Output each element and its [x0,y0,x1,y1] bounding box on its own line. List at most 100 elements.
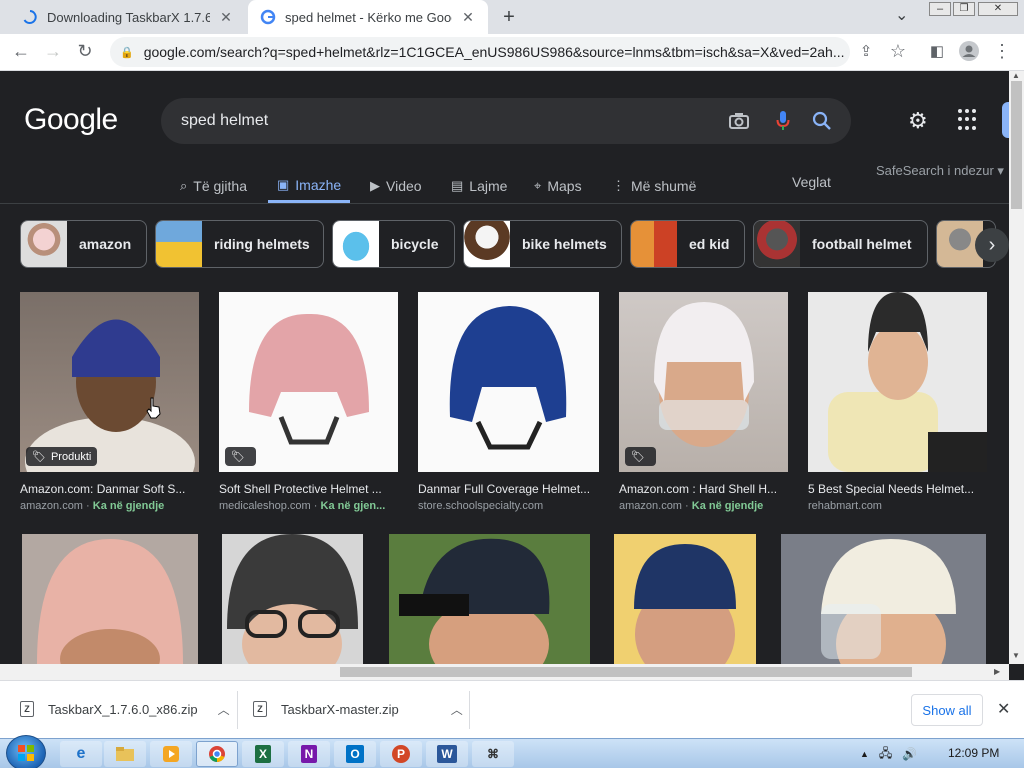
profile-avatar-icon[interactable] [954,36,984,66]
chrome-menu-icon[interactable]: ⋮ [987,36,1017,66]
scroll-down-icon[interactable]: ▼ [1012,651,1020,660]
result-image[interactable]: 🏷 Produkti [20,292,199,472]
tab-downloading-taskbarx[interactable]: Downloading TaskbarX 1.7.6.0 fro ✕ [10,0,246,34]
vertical-scrollbar[interactable]: ▲ ▼ [1009,71,1024,664]
search-icon[interactable] [810,109,834,133]
tab-search-button[interactable]: ⌄ [895,5,908,25]
bookmark-star-icon[interactable]: ☆ [883,36,913,66]
separator: · [681,500,692,512]
safesearch-toggle[interactable]: SafeSearch i ndezur ▾ [876,163,1004,179]
side-panel-icon[interactable]: ◧ [922,36,952,66]
maximize-button[interactable]: ❐ [953,2,975,16]
result-image[interactable]: 🏷 [619,292,788,472]
result-title[interactable]: Soft Shell Protective Helmet ... [219,482,398,496]
forward-icon[interactable]: → [38,36,68,66]
result-card[interactable]: 🏷 Produkti Amazon.com: Danmar Soft S... a… [20,292,199,512]
chip-bicycle[interactable]: bicycle [332,220,455,268]
vertical-scroll-thumb[interactable] [1011,81,1022,209]
camera-search-icon[interactable] [727,109,751,133]
tab-maps[interactable]: ⌖ Maps [534,169,582,203]
chrome-icon[interactable] [196,741,238,767]
address-bar[interactable]: 🔒 google.com/search?q=sped+helmet&rlz=1C… [110,37,850,67]
chip-amazon[interactable]: amazon [20,220,147,268]
chip-riding-helmets[interactable]: riding helmets [155,220,324,268]
media-player-icon[interactable] [150,741,192,767]
minimize-button[interactable]: – [929,2,951,16]
tab-images[interactable]: ▣ Imazhe [268,169,351,203]
result-source: store.schoolspecialty.com [418,500,599,512]
result-source: medicaleshop.com · Ka në gjen... [219,500,398,512]
result-title[interactable]: Amazon.com: Danmar Soft S... [20,482,199,496]
share-icon[interactable]: ⇪ [851,36,881,66]
result-card[interactable]: 🏷 Soft Shell Protective Helmet ... medic… [219,292,398,512]
tab-all[interactable]: ⌕ Të gjitha [180,169,247,203]
scroll-right-icon[interactable]: ▶ [994,667,1000,676]
result-card[interactable]: 5 Best Special Needs Helmet... rehabmart… [808,292,987,512]
horizontal-scroll-thumb[interactable] [340,667,912,677]
tray-expand-icon[interactable]: ▲ [860,749,869,759]
source-domain: store.schoolspecialty.com [418,500,544,512]
reload-icon[interactable]: ↻ [70,36,100,66]
close-shelf-icon[interactable]: ✕ [997,699,1010,719]
result-title[interactable]: 5 Best Special Needs Helmet... [808,482,987,496]
result-image[interactable] [22,534,198,664]
result-title[interactable]: Danmar Full Coverage Helmet... [418,482,599,496]
result-image[interactable] [614,534,756,664]
tools-button[interactable]: Veglat [792,174,831,190]
tab-news[interactable]: ▤ Lajme [451,169,507,203]
chevron-up-icon[interactable]: ︿ [218,701,230,718]
chip-bike-helmets[interactable]: bike helmets [463,220,622,268]
search-query: sped helmet [181,112,269,129]
file-explorer-icon[interactable] [104,741,146,767]
outlook-icon[interactable]: O [334,741,376,767]
stock-status: Ka në gjen... [320,500,386,512]
play-icon: ▶ [370,178,380,193]
chevron-up-icon[interactable]: ︿ [451,701,463,718]
clock[interactable]: 12:09 PM [948,746,999,760]
google-apps-icon[interactable] [958,109,980,131]
sign-in-button[interactable] [1002,102,1009,138]
tab-close-icon[interactable]: ✕ [460,9,476,26]
result-image[interactable] [418,292,599,472]
chevron-right-icon[interactable]: › [975,228,1009,262]
result-image[interactable] [222,534,363,664]
tab-close-icon[interactable]: ✕ [218,9,234,26]
result-image[interactable] [389,534,590,664]
horizontal-scrollbar[interactable]: ▶ [0,664,1009,680]
tag-icon: 🏷 [631,451,645,463]
volume-icon[interactable]: 🔊 [902,747,917,761]
download-item[interactable]: Z TaskbarX_1.7.6.0_x86.zip ︿ [20,689,230,729]
tab-video[interactable]: ▶ Video [370,169,422,203]
hand-cursor-icon [146,397,161,419]
powerpoint-icon[interactable]: P [380,741,422,767]
new-tab-button[interactable]: + [498,6,520,28]
result-image[interactable]: 🏷 [219,292,398,472]
result-card[interactable]: Danmar Full Coverage Helmet... store.sch… [418,292,599,512]
result-image[interactable] [781,534,986,664]
scroll-up-icon[interactable]: ▲ [1012,71,1020,80]
chip-football-helmet[interactable]: football helmet [753,220,928,268]
image-icon: ▣ [277,176,290,192]
internet-explorer-icon[interactable]: e [60,741,102,767]
microphone-icon[interactable] [771,109,795,133]
window-close-button[interactable]: ✕ [978,2,1018,16]
chip-thumbnail [333,221,379,267]
download-item[interactable]: Z TaskbarX-master.zip ︿ [253,689,463,729]
onenote-icon[interactable]: N [288,741,330,767]
result-card[interactable]: 🏷 Amazon.com : Hard Shell H... amazon.co… [619,292,788,512]
back-icon[interactable]: ← [6,36,36,66]
word-icon[interactable]: W [426,741,468,767]
taskbarx-icon[interactable]: ⌘ [472,741,514,767]
tab-more[interactable]: ⋮ Më shumë [612,169,696,203]
tab-google-search[interactable]: sped helmet - Kërko me Google ✕ [248,0,488,34]
network-icon[interactable]: 🖧 [879,744,892,765]
result-title[interactable]: Amazon.com : Hard Shell H... [619,482,788,496]
windows-start-button[interactable] [6,735,46,768]
excel-icon[interactable]: X [242,741,284,767]
google-logo[interactable]: Google [24,103,118,137]
settings-gear-icon[interactable]: ⚙ [908,108,928,134]
chip-ed-kid[interactable]: ed kid [630,220,745,268]
show-all-button[interactable]: Show all [911,694,983,726]
badge-label: Produkti [50,450,92,463]
result-image[interactable] [808,292,987,472]
